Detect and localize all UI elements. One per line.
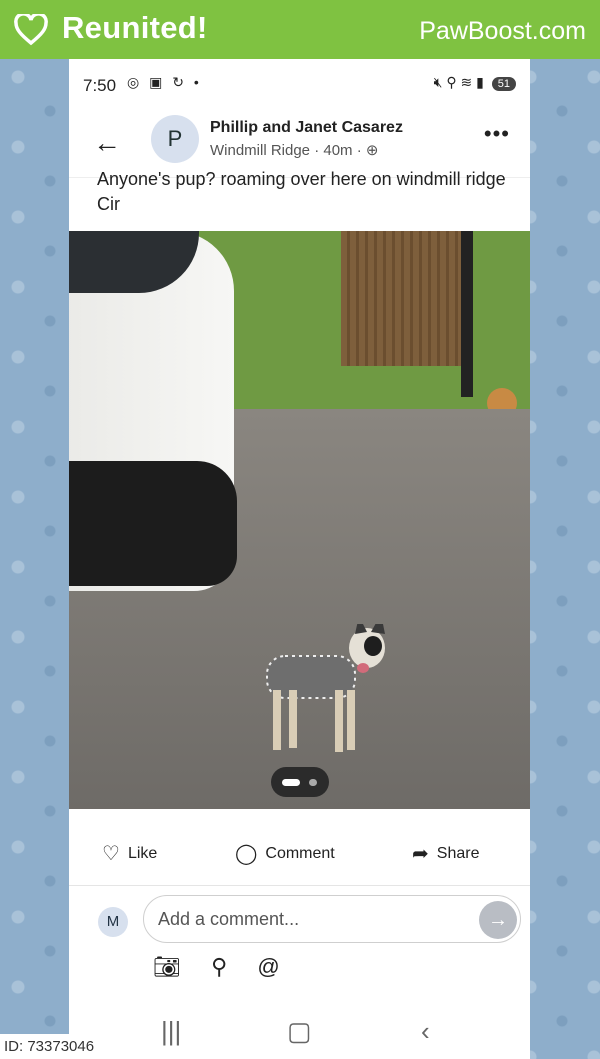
comment-label: Comment <box>265 845 335 862</box>
post-photo[interactable] <box>69 231 530 809</box>
comment-placeholder: Add a comment... <box>158 909 300 929</box>
share-button[interactable]: ➦ Share <box>412 841 479 866</box>
android-nav-bar: ||| ▢ ‹ <box>69 1014 530 1054</box>
heart-outline-icon: ♡ <box>102 843 120 865</box>
carousel-dot-active <box>282 779 300 786</box>
back-chevron-icon[interactable]: ‹ <box>421 1016 430 1047</box>
actions-divider <box>69 885 530 886</box>
post-actions: ♡ Like ◯ Comment ➦ Share <box>69 829 530 879</box>
location-icon: ⚲ <box>446 74 457 90</box>
speech-bubble-icon: ◯ <box>235 843 258 865</box>
phone-screen: 7:50 ◎ ▣ ↻ • 🔇︎ ⚲ ≋ ▮ 51 ← P Phillip and… <box>69 59 530 1059</box>
back-arrow-icon[interactable]: ← <box>93 127 121 159</box>
status-time: 7:50 <box>83 76 117 95</box>
mention-icon[interactable]: @ <box>257 954 279 979</box>
carousel-indicator[interactable] <box>271 767 329 797</box>
post-meta-text: Windmill Ridge · 40m · <box>210 142 366 159</box>
comment-input[interactable]: Add a comment... → <box>143 895 521 943</box>
carousel-dot <box>309 779 317 786</box>
send-arrow-icon[interactable]: → <box>479 901 517 939</box>
share-label: Share <box>436 845 480 862</box>
photo-car-bumper <box>69 461 237 586</box>
battery-icon: 51 <box>491 77 516 91</box>
author-name[interactable]: Phillip and Janet Casarez <box>210 119 403 137</box>
photo-pole <box>461 231 473 397</box>
recent-apps-icon[interactable]: ||| <box>161 1016 181 1047</box>
post-text: Anyone's pup? roaming over here on windm… <box>97 169 506 214</box>
more-options-icon[interactable]: ••• <box>484 121 510 147</box>
author-avatar[interactable]: P <box>151 115 199 163</box>
reunited-banner: Reunited! PawBoost.com <box>0 0 600 59</box>
dog-figure <box>266 624 385 752</box>
brand-name: PawBoost.com <box>419 17 586 45</box>
notification-icons: ◎ ▣ ↻ • <box>127 74 202 90</box>
home-icon[interactable]: ▢ <box>287 1016 312 1047</box>
banner-title: Reunited! <box>62 10 208 45</box>
wifi-icon: ≋ <box>460 74 473 90</box>
system-icons: 🔇︎ ⚲ ≋ ▮ 51 <box>434 74 516 91</box>
location-pin-icon[interactable]: ⚲ <box>211 954 227 979</box>
listing-id: ID: 73373046 <box>0 1034 101 1059</box>
comment-button[interactable]: ◯ Comment <box>235 841 335 866</box>
signal-icon: ▮ <box>476 74 484 90</box>
composer-tools: 📷︎ ⚲ @ <box>153 954 304 980</box>
mute-icon: 🔇︎ <box>433 74 443 90</box>
user-avatar: M <box>98 907 128 937</box>
like-label: Like <box>127 845 158 862</box>
status-bar: 7:50 ◎ ▣ ↻ • 🔇︎ ⚲ ≋ ▮ 51 <box>69 59 530 109</box>
post-meta: Windmill Ridge · 40m · ⊕ <box>210 141 378 159</box>
like-button[interactable]: ♡ Like <box>102 841 157 866</box>
photo-fence <box>341 231 471 366</box>
heart-icon <box>14 14 48 46</box>
globe-icon: ⊕ <box>365 142 379 159</box>
share-arrow-icon: ➦ <box>412 843 429 865</box>
camera-icon[interactable]: 📷︎ <box>153 954 181 979</box>
comment-composer: M Add a comment... → <box>69 893 530 953</box>
